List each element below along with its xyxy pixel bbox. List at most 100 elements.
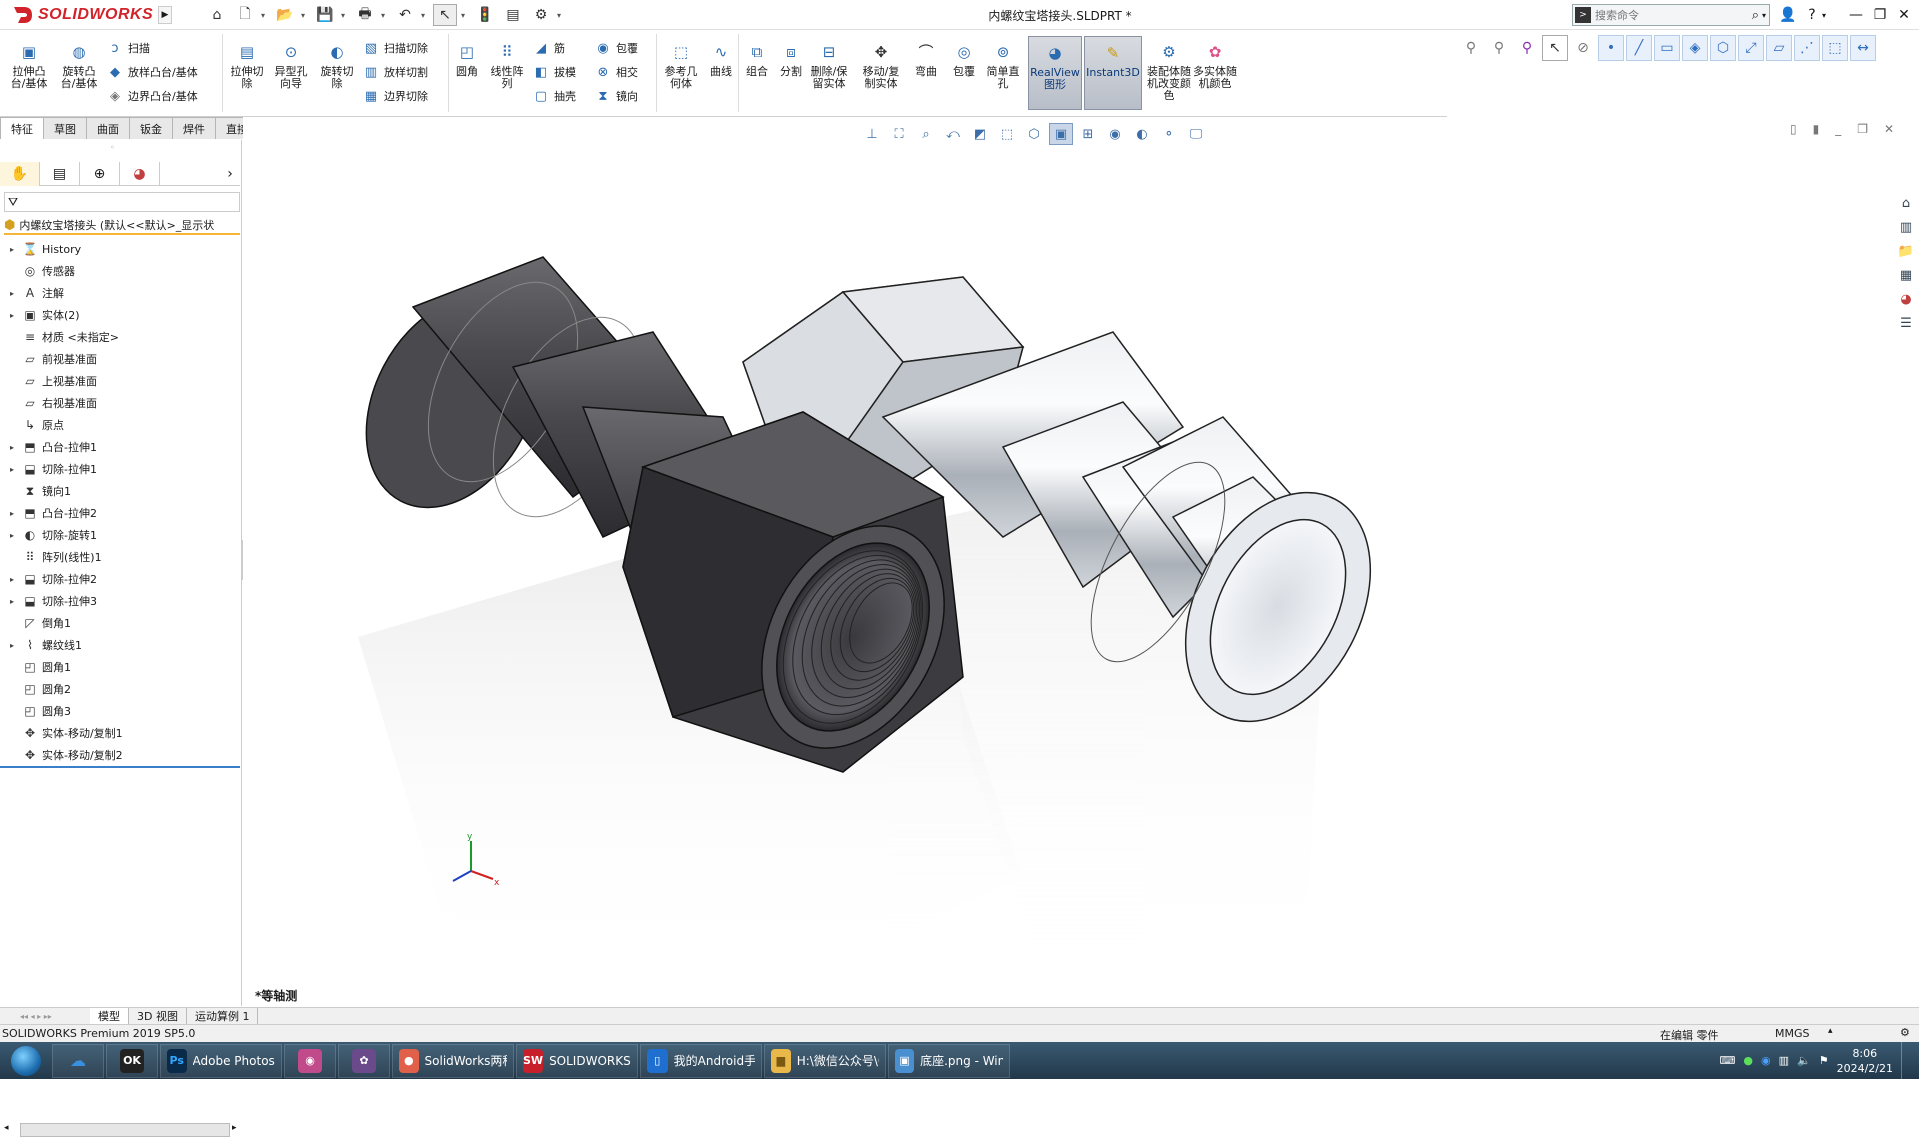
view-settings-icon[interactable]: ⚬ — [1157, 123, 1181, 145]
model-tab-0[interactable]: 模型 — [90, 1008, 129, 1025]
fillet-button[interactable]: ◰圆角 — [446, 40, 488, 78]
filter-dimensions-icon[interactable]: ↔ — [1850, 35, 1876, 61]
select-dropdown-icon[interactable]: ▾ — [461, 11, 469, 20]
rollback-bar[interactable] — [0, 766, 240, 768]
filter-planes-icon[interactable]: ▱ — [1766, 35, 1792, 61]
print-icon[interactable]: 🖶 — [353, 4, 377, 26]
tree-item[interactable]: ▱右视基准面 — [6, 392, 242, 414]
monitor-icon[interactable]: 🖵 — [1184, 123, 1208, 145]
scroll-right-icon[interactable]: ▸ — [232, 1123, 237, 1133]
select-arrow-icon[interactable]: ↖ — [1542, 35, 1568, 61]
extrude-cut-button[interactable]: ▤拉伸切除 — [226, 40, 268, 90]
horizontal-scrollbar[interactable] — [20, 1123, 230, 1137]
viewport-close-icon[interactable]: ✕ — [1884, 122, 1894, 136]
expand-arrow-icon[interactable]: ▸ — [6, 597, 18, 606]
tab-scroll-arrows[interactable]: ◂◂ ◂ ▸ ▸▸ — [0, 1008, 90, 1025]
model-tab-1[interactable]: 3D 视图 — [129, 1008, 187, 1025]
zoom-to-fit-icon[interactable]: ⛶ — [887, 123, 911, 145]
scroll-left-icon[interactable]: ◂ — [4, 1123, 9, 1133]
edit-appearance-icon[interactable]: ◉ — [1103, 123, 1127, 145]
tree-item[interactable]: ▸⌛History — [6, 238, 242, 260]
save-icon[interactable]: 💾 — [313, 4, 337, 26]
expand-arrow-icon[interactable]: ▸ — [6, 531, 18, 540]
view-palette-icon[interactable]: ▦ — [1895, 264, 1917, 286]
user-account-icon[interactable]: 👤 — [1776, 4, 1800, 26]
options-dropdown-icon[interactable]: ▾ — [557, 11, 565, 20]
tree-item[interactable]: ▸⬓切除-拉伸3 — [6, 590, 242, 612]
taskbar-button[interactable]: ◉ — [284, 1044, 336, 1078]
solidworks-logo[interactable]: SOLIDWORKS — [12, 3, 153, 27]
tree-item[interactable]: ⠿阵列(线性)1 — [6, 546, 242, 568]
tree-item[interactable]: ▸◐切除-旋转1 — [6, 524, 242, 546]
new-document-icon[interactable]: 🗋 — [233, 4, 257, 26]
rib-button[interactable]: ◢筋 — [532, 37, 565, 59]
graphics-area[interactable]: y x — [243, 117, 1919, 1006]
new-dropdown-icon[interactable]: ▾ — [261, 11, 269, 20]
appearances-icon[interactable]: ◕ — [1895, 288, 1917, 310]
wechat-tray-icon[interactable]: ● — [1743, 1054, 1753, 1067]
design-library-icon[interactable]: ▥ — [1895, 216, 1917, 238]
expand-arrow-icon[interactable]: ▸ — [6, 509, 18, 518]
volume-icon[interactable]: 🔈 — [1797, 1054, 1811, 1067]
file-explorer-icon[interactable]: 📁 — [1895, 240, 1917, 262]
keyboard-icon[interactable]: ⌨ — [1720, 1054, 1736, 1067]
tree-item[interactable]: ▸⬒凸台-拉伸1 — [6, 436, 242, 458]
expand-arrow-icon[interactable]: ▸ — [6, 443, 18, 452]
minimize-button[interactable]: — — [1844, 4, 1868, 26]
home-icon[interactable]: ⌂ — [205, 4, 229, 26]
previous-view-icon[interactable]: ⤺ — [941, 123, 965, 145]
tree-item[interactable]: ▸⬓切除-拉伸1 — [6, 458, 242, 480]
tree-item[interactable]: ✥实体-移动/复制1 — [6, 722, 242, 744]
taskbar-button[interactable]: ●SolidWorks两种... — [392, 1044, 514, 1078]
flag-icon[interactable]: ⚑ — [1819, 1054, 1829, 1067]
intersect-button[interactable]: ⊗相交 — [594, 61, 638, 83]
viewport-split-icon[interactable]: ▯ — [1790, 122, 1797, 136]
tab-2[interactable]: 曲面 — [86, 117, 130, 139]
expand-arrow-icon[interactable]: ▸ — [6, 245, 18, 254]
tree-item[interactable]: ◰圆角2 — [6, 678, 242, 700]
tab-1[interactable]: 草图 — [43, 117, 87, 139]
save-dropdown-icon[interactable]: ▾ — [341, 11, 349, 20]
units-dropdown-icon[interactable]: ▴ — [1828, 1026, 1833, 1036]
menu-expand-button[interactable]: ▶ — [158, 6, 172, 24]
undo-icon[interactable]: ↶ — [393, 4, 417, 26]
tree-item[interactable]: ▸⬓切除-拉伸2 — [6, 568, 242, 590]
search-command-box[interactable]: > ⌕ ▾ — [1572, 4, 1770, 26]
filter-toggle-icon[interactable]: ⚲ — [1458, 35, 1484, 61]
clock[interactable]: 8:062024/2/21 — [1837, 1046, 1893, 1076]
taskbar-button[interactable]: ▆H:\微信公众号\0... — [764, 1044, 886, 1078]
taskbar-button[interactable]: PsAdobe Photosh... — [160, 1044, 282, 1078]
boundary-cut-button[interactable]: ▦边界切除 — [362, 85, 428, 107]
wrap-feature-button[interactable]: ◎包覆 — [946, 40, 982, 78]
open-dropdown-icon[interactable]: ▾ — [301, 11, 309, 20]
view-orientation-normal-icon[interactable]: ⊥ — [860, 123, 884, 145]
tree-item[interactable]: ◸倒角1 — [6, 612, 242, 634]
custom-properties-icon[interactable]: ☰ — [1895, 312, 1917, 334]
expand-arrow-icon[interactable]: ▸ — [6, 575, 18, 584]
filter-surface-icon[interactable]: ◈ — [1682, 35, 1708, 61]
panel-grip-icon[interactable]: ◦ — [110, 143, 115, 152]
flex-button[interactable]: ⌒弯曲 — [908, 40, 944, 78]
configuration-manager-tab-icon[interactable]: ⊕ — [80, 162, 120, 186]
tree-item[interactable]: ◰圆角3 — [6, 700, 242, 722]
part-root-node[interactable]: ⬢ 内螺纹宝塔接头 (默认<<默认>_显示状 — [4, 217, 240, 235]
reference-geometry-button[interactable]: ⬚参考几何体 — [660, 40, 702, 90]
simple-hole-button[interactable]: ⊚简单直孔 — [984, 40, 1022, 90]
taskbar-app-ok[interactable]: OK — [106, 1044, 158, 1078]
network-icon[interactable]: ▥ — [1779, 1054, 1789, 1067]
move-copy-body-button[interactable]: ✥移动/复制实体 — [860, 40, 902, 90]
undo-dropdown-icon[interactable]: ▾ — [421, 11, 429, 20]
tree-item[interactable]: ≡材质 <未指定> — [6, 326, 242, 348]
options-gear-icon[interactable]: ⚙ — [529, 4, 553, 26]
solidworks-resources-icon[interactable]: ⌂ — [1895, 192, 1917, 214]
sweep-cut-button[interactable]: ▧扫描切除 — [362, 37, 428, 59]
tab-4[interactable]: 焊件 — [172, 117, 216, 139]
split-button[interactable]: ⧈分割 — [770, 40, 812, 78]
dynamic-annotation-icon[interactable]: ⬚ — [995, 123, 1019, 145]
start-button[interactable] — [0, 1042, 52, 1079]
filter-sketch-icon[interactable]: ⬚ — [1822, 35, 1848, 61]
assembly-random-color-button[interactable]: ⚙装配体随机改变颜色 — [1146, 40, 1192, 102]
revolve-cut-button[interactable]: ◐旋转切除 — [316, 40, 358, 90]
filter-axes-icon[interactable]: ⤢ — [1738, 35, 1764, 61]
taskbar-app-baidu[interactable]: ☁ — [52, 1044, 104, 1078]
